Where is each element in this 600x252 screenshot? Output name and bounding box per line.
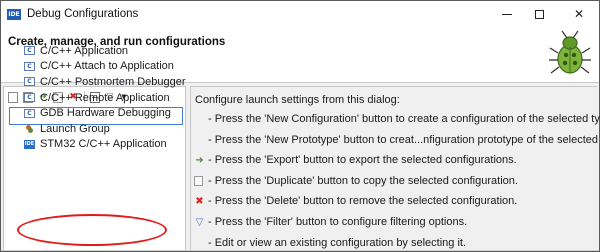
tree-item-cpp-attach[interactable]: C C/C++ Attach to Application: [24, 59, 186, 75]
window-title: Debug Configurations: [27, 8, 139, 20]
title-bar: IDE Debug Configurations ✕: [1, 1, 599, 27]
tree-item-label: C/C++ Application: [40, 44, 129, 57]
tree-item-launch-group[interactable]: Launch Group: [24, 121, 186, 137]
launch-group-icon: [24, 123, 35, 134]
tree-item-label: Launch Group: [40, 122, 110, 135]
help-intro: Configure launch settings from this dial…: [195, 94, 400, 106]
bug-icon: [549, 30, 591, 74]
help-line: ✖ - Press the 'Delete' button to remove …: [194, 193, 517, 209]
help-line-text: - Press the 'New Prototype' button to cr…: [208, 134, 600, 146]
tree-item-cpp-postmortem[interactable]: C C/C++ Postmortem Debugger: [24, 74, 186, 90]
tree-item-cpp-remote[interactable]: C C/C++ Remote Application: [24, 90, 186, 106]
close-icon: ✕: [573, 7, 585, 21]
filter-icon: ▽: [195, 216, 204, 228]
new-configuration-icon[interactable]: [8, 91, 18, 103]
ide-app-icon: IDE: [24, 139, 35, 149]
highlight-ellipse: [17, 214, 167, 246]
delete-icon: ✖: [195, 195, 204, 207]
help-line: ➜ - Press the 'Export' button to export …: [194, 152, 517, 168]
help-panel: Configure launch settings from this dial…: [190, 86, 600, 251]
tree-item-label: GDB Hardware Debugging: [40, 107, 171, 120]
help-line-text: - Press the 'Duplicate' button to copy t…: [208, 175, 518, 187]
tree-item-gdb-hardware[interactable]: C GDB Hardware Debugging: [24, 105, 186, 121]
tree-item-stm32-application[interactable]: IDE STM32 C/C++ Application: [24, 137, 186, 153]
c-cpp-icon: C: [24, 46, 35, 56]
help-line: - Press the 'Duplicate' button to copy t…: [194, 173, 518, 189]
help-line-text: - Edit or view an existing configuration…: [208, 237, 467, 249]
help-line: ▽ - Press the 'Filter' button to configu…: [194, 214, 468, 230]
bottom-edge: [1, 250, 599, 251]
c-cpp-icon: C: [24, 93, 35, 103]
tree-item-cpp-application[interactable]: C C/C++ Application: [24, 43, 186, 59]
help-line: - Press the 'New Prototype' button to cr…: [194, 132, 600, 148]
export-icon: ➜: [195, 154, 204, 166]
help-line: - Edit or view an existing configuration…: [194, 235, 466, 251]
c-cpp-icon: C: [24, 77, 35, 87]
ide-app-icon: IDE: [7, 9, 21, 20]
minimize-icon: [502, 13, 512, 15]
close-button[interactable]: ✕: [559, 3, 599, 25]
tree-item-label: C/C++ Remote Application: [40, 91, 170, 104]
c-cpp-icon: C: [24, 108, 35, 118]
launch-type-tree: C C/C++ Application C C/C++ Attach to Ap…: [24, 43, 186, 152]
tree-item-label: STM32 C/C++ Application: [40, 138, 167, 151]
c-cpp-icon: C: [24, 61, 35, 71]
maximize-icon: [534, 9, 544, 19]
tree-item-label: C/C++ Postmortem Debugger: [40, 75, 186, 88]
help-line-text: - Press the 'Delete' button to remove th…: [208, 195, 518, 207]
duplicate-icon: [194, 176, 203, 186]
tree-item-label: C/C++ Attach to Application: [40, 60, 174, 73]
help-line-text: - Press the 'Filter' button to configure…: [208, 216, 468, 228]
help-line: - Press the 'New Configuration' button t…: [194, 111, 600, 127]
maximize-button[interactable]: [519, 3, 559, 25]
help-line-text: - Press the 'New Configuration' button t…: [208, 113, 600, 125]
help-line-text: - Press the 'Export' button to export th…: [208, 154, 517, 166]
